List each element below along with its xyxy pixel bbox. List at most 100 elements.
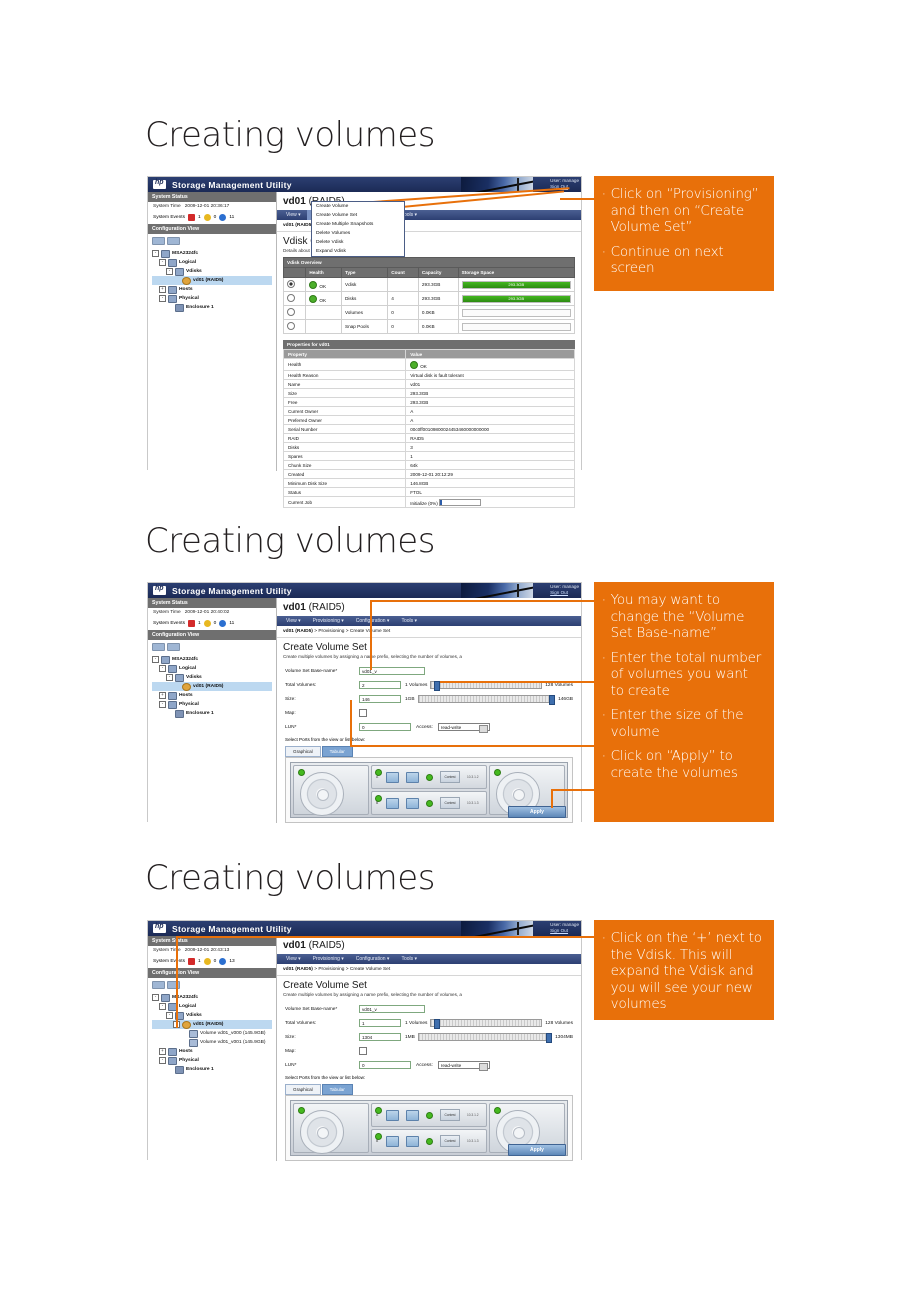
expand-icon[interactable]: +: [159, 692, 166, 699]
tab-tabular[interactable]: Tabular: [321, 1084, 353, 1095]
total-slider-knob-3[interactable]: [433, 1019, 440, 1029]
signout-link-2[interactable]: Sign Out: [550, 590, 568, 595]
tab-graphical[interactable]: Graphical: [285, 746, 321, 757]
menu-item-provisioning[interactable]: Provisioning ▾: [307, 954, 350, 964]
fc-port-b1-2[interactable]: [406, 797, 419, 809]
tree-node[interactable]: - Logical: [152, 664, 272, 673]
tree-node[interactable]: - MSA2324fc: [152, 993, 272, 1002]
size-slider-knob-2[interactable]: [548, 695, 555, 705]
tree-node[interactable]: -vd01 (RAID5): [152, 1020, 272, 1029]
map-checkbox-3[interactable]: [359, 1047, 367, 1055]
apply-button-3[interactable]: Apply: [508, 1144, 566, 1156]
io-module-b-3[interactable]: B Contest 10.3.1.3: [371, 1129, 487, 1153]
fc-port-a0-3[interactable]: [386, 1109, 399, 1121]
tree-node[interactable]: + Hosts: [152, 691, 272, 700]
tab-graphical[interactable]: Graphical: [285, 1084, 321, 1095]
size-slider-3[interactable]: 1MB 1304MB: [405, 1033, 573, 1043]
collapse-icon[interactable]: -: [159, 295, 166, 302]
menu-item-tools[interactable]: Tools ▾: [395, 616, 423, 626]
size-input-2[interactable]: 146: [359, 695, 401, 703]
io-module-b-2[interactable]: B Contest 10.3.1.3: [371, 791, 487, 815]
total-slider-track-3[interactable]: [430, 1019, 543, 1029]
collapse-icon[interactable]: -: [152, 250, 159, 257]
lun-input-2[interactable]: 0: [359, 723, 411, 731]
collapse-all-button-2[interactable]: [167, 643, 180, 651]
io-module-a-2[interactable]: A Contest 10.3.1.2: [371, 765, 487, 789]
io-module-a-3[interactable]: A Contest 10.3.1.2: [371, 1103, 487, 1127]
table-row[interactable]: OK Disks 4 293.3GB 293.3GB: [282, 291, 576, 306]
expand-icon[interactable]: +: [159, 286, 166, 293]
tree-node[interactable]: - MSA2324fc: [152, 655, 272, 664]
map-checkbox-2[interactable]: [359, 709, 367, 717]
total-slider-knob-2[interactable]: [433, 681, 440, 691]
menu-item-view[interactable]: View ▾: [280, 954, 307, 964]
total-volumes-input-2[interactable]: 2: [359, 681, 401, 689]
collapse-icon[interactable]: -: [159, 665, 166, 672]
dropdown-item[interactable]: Create Multiple Snapshots: [312, 220, 404, 229]
dropdown-item[interactable]: Create Volume: [312, 202, 404, 211]
eth-port-b-3[interactable]: Contest: [440, 1135, 460, 1147]
tree-node[interactable]: Volume vd01_v000 (145.9GB): [152, 1029, 272, 1038]
access-select-2[interactable]: read-write: [437, 723, 490, 733]
menu-item-view[interactable]: View ▾: [280, 616, 307, 626]
fc-port-a0-2[interactable]: [386, 771, 399, 783]
fc-port-a1-3[interactable]: [406, 1109, 419, 1121]
collapse-icon[interactable]: -: [159, 1057, 166, 1064]
tree-node[interactable]: - Vdisks: [152, 673, 272, 682]
lun-input-3[interactable]: 0: [359, 1061, 411, 1069]
access-select-3[interactable]: read-write: [437, 1061, 490, 1071]
menu-item-provisioning[interactable]: Provisioning ▾: [307, 616, 350, 626]
collapse-icon[interactable]: -: [159, 701, 166, 708]
eth-port-a-2[interactable]: Contest: [440, 771, 460, 783]
collapse-icon[interactable]: -: [166, 1012, 173, 1019]
fc-port-a1-2[interactable]: [406, 771, 419, 783]
breadcrumb-root-3[interactable]: vd01 (RAID5): [283, 967, 313, 972]
basename-input-3[interactable]: vd01_v: [359, 1005, 425, 1013]
size-slider-knob-3[interactable]: [545, 1033, 552, 1043]
dropdown-item[interactable]: Delete Vdisk: [312, 238, 404, 247]
collapse-icon[interactable]: -: [152, 994, 159, 1001]
fc-port-b0-3[interactable]: [386, 1135, 399, 1147]
collapse-icon[interactable]: -: [159, 259, 166, 266]
row-radio[interactable]: [287, 294, 295, 302]
tree-node[interactable]: vd01 (RAID5): [152, 682, 272, 691]
collapse-icon[interactable]: -: [152, 656, 159, 663]
table-row[interactable]: Volumes 0 0.0KB: [282, 305, 576, 320]
apply-button-2[interactable]: Apply: [508, 806, 566, 818]
tree-node[interactable]: Enclosure 1: [152, 303, 272, 312]
tree-node[interactable]: - MSA2324fc: [152, 249, 272, 258]
menu-item-configuration[interactable]: Configuration ▾: [350, 616, 396, 626]
tree-node[interactable]: Volume vd01_v001 (145.9GB): [152, 1038, 272, 1047]
collapse-all-button-1[interactable]: [167, 237, 180, 245]
expand-icon[interactable]: +: [159, 1048, 166, 1055]
tree-node[interactable]: - Logical: [152, 258, 272, 267]
expand-all-button-3[interactable]: [152, 981, 165, 989]
basename-input-2[interactable]: vd01_v: [359, 667, 425, 675]
provisioning-dropdown-1[interactable]: Create Volume Create Volume Set Create Mul…: [311, 201, 405, 257]
menu-item-tools[interactable]: Tools ▾: [395, 954, 423, 964]
eth-port-a-3[interactable]: Contest: [440, 1109, 460, 1121]
collapse-icon[interactable]: -: [159, 1003, 166, 1010]
expand-all-button-2[interactable]: [152, 643, 165, 651]
collapse-icon[interactable]: -: [166, 674, 173, 681]
table-row[interactable]: OK Vdisk 293.3GB 293.3GB: [282, 277, 576, 292]
fc-port-b1-3[interactable]: [406, 1135, 419, 1147]
dropdown-item[interactable]: Expand Vdisk: [312, 247, 404, 256]
fc-port-b0-2[interactable]: [386, 797, 399, 809]
dropdown-item[interactable]: Delete Volumes: [312, 229, 404, 238]
row-radio[interactable]: [287, 308, 295, 316]
collapse-all-button-3[interactable]: [167, 981, 180, 989]
size-slider-2[interactable]: 1GB 146GB: [405, 695, 573, 705]
tree-node[interactable]: - Physical: [152, 1056, 272, 1065]
tree-node[interactable]: + Hosts: [152, 1047, 272, 1056]
tree-node[interactable]: - Logical: [152, 1002, 272, 1011]
breadcrumb-root-2[interactable]: vd01 (RAID5): [283, 629, 313, 634]
size-slider-track-2[interactable]: [417, 695, 556, 705]
dropdown-item[interactable]: Create Volume Set: [312, 211, 404, 220]
expand-all-button-1[interactable]: [152, 237, 165, 245]
size-slider-track-3[interactable]: [417, 1033, 553, 1043]
menu-item-configuration[interactable]: Configuration ▾: [350, 954, 396, 964]
tree-node[interactable]: - Physical: [152, 700, 272, 709]
tree-node[interactable]: - Physical: [152, 294, 272, 303]
signout-link-3[interactable]: Sign Out: [550, 928, 568, 933]
